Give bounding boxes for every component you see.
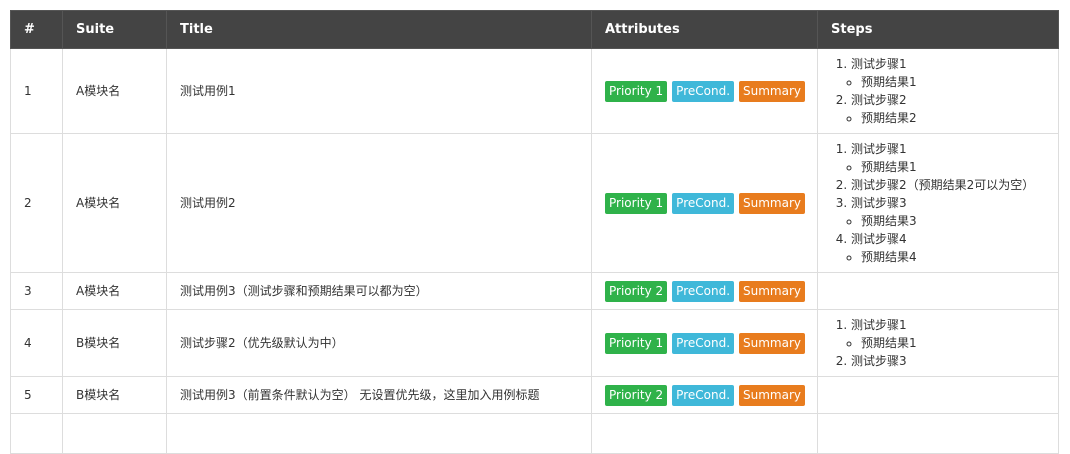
precond-badge[interactable]: PreCond. [672, 332, 735, 354]
row-suite: B模块名 [62, 309, 167, 377]
step-item: 测试步骤1 预期结果1 [851, 140, 1058, 176]
results-list: 预期结果1 [851, 73, 1058, 91]
steps-list: 测试步骤1 预期结果1 测试步骤2（预期结果2可以为空） 测试步骤3 预期结果3… [831, 140, 1058, 266]
row-suite: A模块名 [62, 133, 167, 273]
column-header-steps[interactable]: Steps [817, 10, 1059, 49]
row-number: 3 [10, 272, 63, 310]
step-item: 测试步骤1 预期结果1 [851, 55, 1058, 91]
column-header-attributes[interactable]: Attributes [591, 10, 818, 49]
step-item: 测试步骤2 预期结果2 [851, 91, 1058, 127]
table-row: 1 A模块名 测试用例1 Priority 1PreCond.Summary 测… [10, 48, 1059, 134]
row-attributes: Priority 2 PreCond. Summary [591, 272, 818, 310]
expected-result: 预期结果2 [861, 109, 1058, 127]
expected-result: 预期结果1 [861, 73, 1058, 91]
priority-badge[interactable]: Priority 1 [605, 80, 668, 102]
steps-list: 测试步骤1 预期结果1 测试步骤3 [831, 316, 1058, 370]
row-steps [817, 272, 1059, 310]
row-steps [817, 376, 1059, 414]
precond-badge[interactable]: PreCond. [672, 80, 735, 102]
table-row: 5 B模块名 测试用例3（前置条件默认为空） 无设置优先级，这里加入用例标题 P… [10, 376, 1059, 414]
precond-badge[interactable]: PreCond. [672, 280, 735, 302]
precond-badge[interactable]: PreCond. [672, 192, 735, 214]
row-attributes: Priority 1 PreCond. Summary [591, 48, 818, 134]
step-text: 测试步骤1 [851, 57, 907, 71]
step-text: 测试步骤3 [851, 354, 907, 368]
results-list: 预期结果4 [851, 248, 1058, 266]
step-item: 测试步骤4 预期结果4 [851, 230, 1058, 266]
step-text: 测试步骤2（预期结果2可以为空） [851, 178, 1035, 192]
row-suite: B模块名 [62, 376, 167, 414]
row-suite: A模块名 [62, 272, 167, 310]
row-number: 1 [10, 48, 63, 134]
step-item: 测试步骤2（预期结果2可以为空） [851, 176, 1058, 194]
table-header-row: # Suite Title Attributes Steps [10, 10, 1059, 49]
row-suite: A模块名 [62, 48, 167, 134]
row-title: 测试用例3（测试步骤和预期结果可以都为空） [166, 272, 592, 310]
row-attributes: Priority 1 PreCond. Summary [591, 309, 818, 377]
step-item: 测试步骤3 [851, 352, 1058, 370]
row-title: 测试用例1 [166, 48, 592, 134]
steps-list: 测试步骤1 预期结果1 测试步骤2 预期结果2 [831, 55, 1058, 127]
precond-badge[interactable]: PreCond. [672, 384, 735, 406]
expected-result: 预期结果3 [861, 212, 1058, 230]
results-list: 预期结果2 [851, 109, 1058, 127]
column-header-suite[interactable]: Suite [62, 10, 167, 49]
table-row [10, 413, 1059, 454]
column-header-number[interactable]: # [10, 10, 63, 49]
expected-result: 预期结果1 [861, 334, 1058, 352]
priority-badge[interactable]: Priority 1 [605, 192, 668, 214]
step-text: 测试步骤3 [851, 196, 907, 210]
results-list: 预期结果3 [851, 212, 1058, 230]
row-attributes: Priority 1 PreCond. Summary [591, 133, 818, 273]
step-text: 测试步骤1 [851, 142, 907, 156]
row-number: 5 [10, 376, 63, 414]
row-title: 测试步骤2（优先级默认为中） [166, 309, 592, 377]
summary-badge[interactable]: Summary [739, 384, 806, 406]
table-row: 2 A模块名 测试用例2 Priority 1PreCond.Summary 测… [10, 133, 1059, 273]
priority-badge[interactable]: Priority 2 [605, 384, 668, 406]
step-text: 测试步骤1 [851, 318, 907, 332]
row-number: 4 [10, 309, 63, 377]
row-number: 2 [10, 133, 63, 273]
row-title: 测试用例2 [166, 133, 592, 273]
summary-badge[interactable]: Summary [739, 192, 806, 214]
test-case-table: # Suite Title Attributes Steps 1 A模块名 测试… [10, 10, 1059, 454]
priority-badge[interactable]: Priority 2 [605, 280, 668, 302]
results-list: 预期结果1 [851, 158, 1058, 176]
table-row: 3 A模块名 测试用例3（测试步骤和预期结果可以都为空） Priority 2P… [10, 272, 1059, 310]
step-item: 测试步骤1 预期结果1 [851, 316, 1058, 352]
column-header-title[interactable]: Title [166, 10, 592, 49]
expected-result: 预期结果4 [861, 248, 1058, 266]
step-text: 测试步骤2 [851, 93, 907, 107]
summary-badge[interactable]: Summary [739, 332, 806, 354]
row-attributes: Priority 2 PreCond. Summary [591, 376, 818, 414]
step-text: 测试步骤4 [851, 232, 907, 246]
row-steps: 测试步骤1 预期结果1 测试步骤3 [817, 309, 1059, 377]
summary-badge[interactable]: Summary [739, 280, 806, 302]
summary-badge[interactable]: Summary [739, 80, 806, 102]
row-steps: 测试步骤1 预期结果1 测试步骤2 预期结果2 [817, 48, 1059, 134]
step-item: 测试步骤3 预期结果3 [851, 194, 1058, 230]
expected-result: 预期结果1 [861, 158, 1058, 176]
results-list: 预期结果1 [851, 334, 1058, 352]
table-row: 4 B模块名 测试步骤2（优先级默认为中） Priority 1 PreCond.… [10, 309, 1059, 377]
priority-badge[interactable]: Priority 1 [605, 332, 668, 354]
row-title: 测试用例3（前置条件默认为空） 无设置优先级，这里加入用例标题 [166, 376, 592, 414]
row-steps: 测试步骤1 预期结果1 测试步骤2（预期结果2可以为空） 测试步骤3 预期结果3… [817, 133, 1059, 273]
